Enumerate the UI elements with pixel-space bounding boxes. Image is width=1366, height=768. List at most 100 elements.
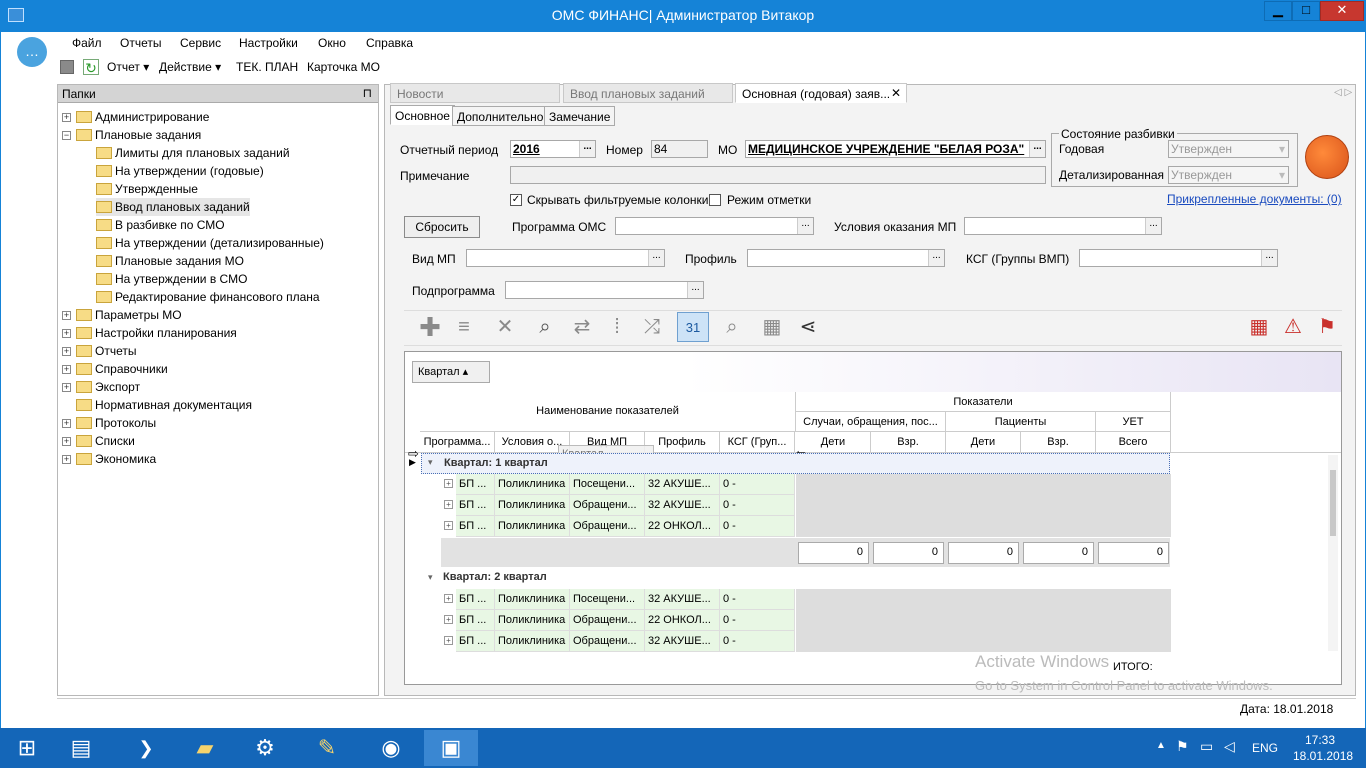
ksg-input[interactable]: ... <box>1079 249 1278 267</box>
pin-icon[interactable]: ⊓ <box>363 86 372 100</box>
subtab-remark[interactable]: Замечание <box>544 106 616 126</box>
value-cell[interactable] <box>796 474 871 495</box>
table-icon[interactable]: ▦ <box>758 312 786 342</box>
tree-item-17[interactable]: Протоколы <box>76 414 156 432</box>
period-input[interactable]: 2016... <box>510 140 596 158</box>
row-expand-icon[interactable]: + <box>444 500 453 509</box>
powershell-icon[interactable]: ❯ <box>119 730 173 766</box>
flag-icon[interactable]: ⚑ <box>1313 312 1341 342</box>
value-cell[interactable] <box>946 474 1021 495</box>
value-cell[interactable] <box>1096 589 1171 610</box>
period-lookup-button[interactable]: ... <box>579 141 595 157</box>
tree-item-12[interactable]: Настройки планирования <box>76 324 237 342</box>
reset-button[interactable]: Сбросить <box>404 216 480 238</box>
row-expand-icon[interactable]: + <box>444 636 453 645</box>
preview-icon[interactable]: ⌕ <box>718 312 746 342</box>
value-cell[interactable] <box>946 516 1021 537</box>
value-cell[interactable] <box>796 631 871 652</box>
refresh-icon[interactable]: ↻ <box>83 59 99 76</box>
tree-item-8[interactable]: Плановые задания МО <box>96 252 244 270</box>
value-cell[interactable] <box>1096 474 1171 495</box>
value-cell[interactable] <box>1096 516 1171 537</box>
save-icon[interactable] <box>60 60 74 74</box>
attached-docs-link[interactable]: Прикрепленные документы: (0) <box>1167 192 1342 206</box>
row-expand-icon[interactable]: + <box>444 521 453 530</box>
minimize-button[interactable]: ▁ <box>1264 1 1292 21</box>
conditions-lookup-button[interactable]: ... <box>1145 218 1161 234</box>
menu-settings[interactable]: Настройки <box>239 36 298 50</box>
grid-vscroll-thumb[interactable] <box>1330 470 1336 536</box>
tree-item-9[interactable]: На утверждении в СМО <box>96 270 247 288</box>
value-cell[interactable] <box>871 495 946 516</box>
group-row-q2[interactable]: Квартал: 2 квартал <box>421 568 1170 589</box>
group-row-q2-chevron-icon[interactable]: ▾ <box>428 572 433 583</box>
tray-date[interactable]: 18.01.2018 <box>1293 749 1353 763</box>
value-cell[interactable] <box>871 474 946 495</box>
profile-input[interactable]: ... <box>747 249 945 267</box>
mark-mode-checkbox[interactable] <box>709 194 721 206</box>
menu-file[interactable]: Файл <box>72 36 102 50</box>
profile-lookup-button[interactable]: ... <box>928 250 944 266</box>
tree-item-5[interactable]: Ввод плановых заданий <box>96 198 250 216</box>
tree-item-18[interactable]: Списки <box>76 432 135 450</box>
menu-help[interactable]: Справка <box>366 36 413 50</box>
total-1[interactable]: 0 <box>873 542 944 564</box>
group-row-q1-chevron-icon[interactable]: ▾ <box>428 457 433 468</box>
tree-item-7[interactable]: На утверждении (детализированные) <box>96 234 324 252</box>
tree-item-3[interactable]: На утверждении (годовые) <box>96 162 264 180</box>
tray-network-icon[interactable]: ▭ <box>1200 738 1213 755</box>
value-cell[interactable] <box>1096 610 1171 631</box>
chrome-icon[interactable]: ◉ <box>364 730 418 766</box>
search-icon[interactable]: ⌕ <box>531 312 559 342</box>
menu-service[interactable]: Сервис <box>180 36 221 50</box>
mo-lookup-button[interactable]: ... <box>1029 141 1045 157</box>
transfer-icon[interactable]: ⇄ <box>568 312 596 342</box>
value-cell[interactable] <box>946 495 1021 516</box>
value-cell[interactable] <box>1096 495 1171 516</box>
subprogram-input[interactable]: ... <box>505 281 704 299</box>
subprogram-lookup-button[interactable]: ... <box>687 282 703 298</box>
add-icon[interactable]: ✚ <box>416 312 444 342</box>
hide-filtered-checkbox[interactable]: ✓ <box>510 194 522 206</box>
explorer-app-icon[interactable]: ▤ <box>54 730 108 766</box>
tree-expander[interactable]: + <box>62 437 71 446</box>
value-cell[interactable] <box>1096 631 1171 652</box>
row-expand-icon[interactable]: + <box>444 479 453 488</box>
conditions-input[interactable]: ... <box>964 217 1162 235</box>
tray-language[interactable]: ENG <box>1252 741 1278 755</box>
total-3[interactable]: 0 <box>1023 542 1094 564</box>
tray-time[interactable]: 17:33 <box>1305 733 1335 747</box>
tree-expander[interactable]: + <box>62 365 71 374</box>
tray-volume-icon[interactable]: ◁ <box>1224 738 1235 755</box>
tree-item-15[interactable]: Экспорт <box>76 378 140 396</box>
share-icon[interactable]: ⋖ <box>794 312 822 342</box>
tree-item-10[interactable]: Редактирование финансового плана <box>96 288 320 306</box>
value-cell[interactable] <box>796 495 871 516</box>
menu-reports[interactable]: Отчеты <box>120 36 161 50</box>
mo-card-button[interactable]: Карточка МО <box>307 60 380 74</box>
subtab-additional[interactable]: Дополнительно <box>452 106 549 126</box>
total-4[interactable]: 0 <box>1098 542 1169 564</box>
tab-annual-request[interactable]: Основная (годовая) заяв... ✕ <box>735 83 907 103</box>
program-lookup-button[interactable]: ... <box>797 218 813 234</box>
tab-plan-input[interactable]: Ввод плановых заданий <box>563 83 733 103</box>
tree-item-13[interactable]: Отчеты <box>76 342 136 360</box>
tree-item-6[interactable]: В разбивке по СМО <box>96 216 225 234</box>
value-cell[interactable] <box>1021 610 1096 631</box>
detailed-select[interactable]: Утвержден ▾ <box>1168 166 1289 184</box>
value-cell[interactable] <box>946 631 1021 652</box>
tree-item-11[interactable]: Параметры МО <box>76 306 182 324</box>
program-input[interactable]: ... <box>615 217 814 235</box>
value-cell[interactable] <box>796 516 871 537</box>
tree-expander[interactable]: + <box>62 329 71 338</box>
tree-expander[interactable]: − <box>62 131 71 140</box>
split-icon[interactable]: ⁞ <box>603 312 631 342</box>
start-icon[interactable]: ⊞ <box>0 730 54 766</box>
tree-item-19[interactable]: Экономика <box>76 450 156 468</box>
value-cell[interactable] <box>796 589 871 610</box>
value-cell[interactable] <box>871 631 946 652</box>
calendar-icon[interactable]: 31 <box>677 312 709 342</box>
group-chip[interactable]: Квартал ▴ <box>412 361 490 383</box>
value-cell[interactable] <box>946 589 1021 610</box>
oms-app-taskbar-icon[interactable]: ▣ <box>424 730 478 766</box>
